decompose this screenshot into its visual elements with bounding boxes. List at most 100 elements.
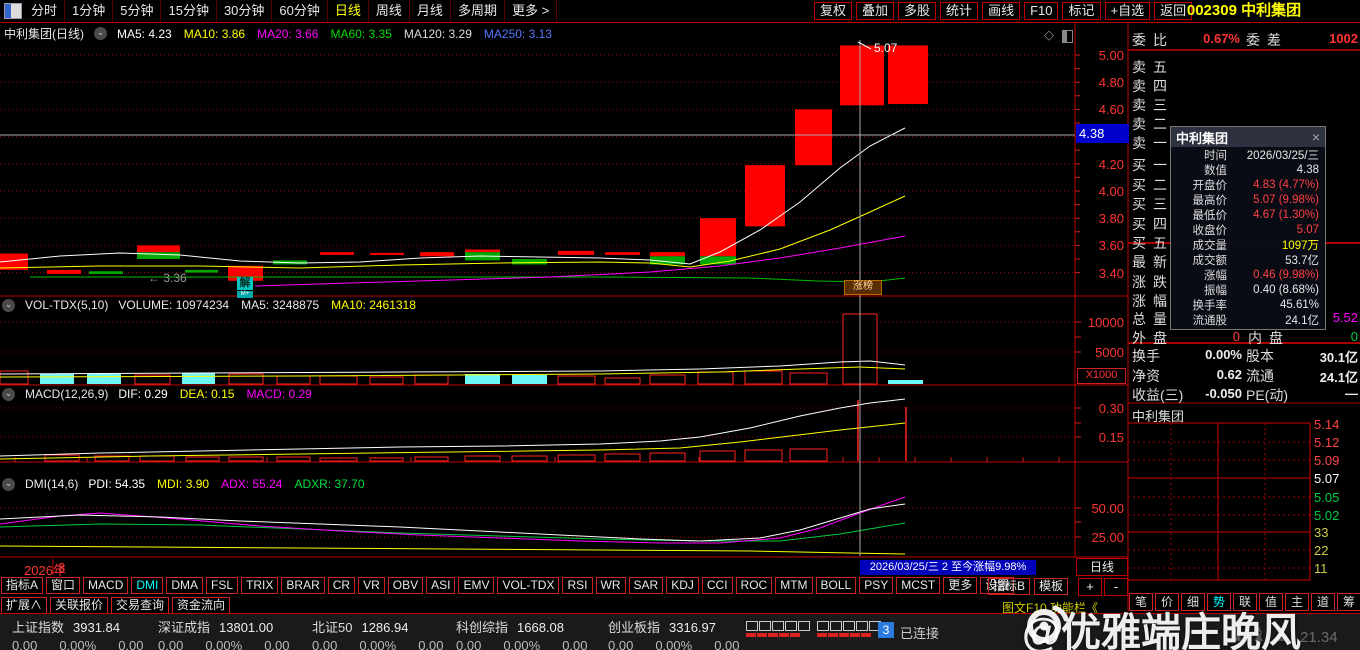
- tab-交易查询[interactable]: 交易查询: [111, 597, 170, 614]
- tab-KDJ[interactable]: KDJ: [666, 577, 699, 594]
- sell-row-label: 卖四: [1132, 78, 1174, 94]
- panel-split-icon[interactable]: [1062, 30, 1073, 43]
- chart-title: 中利集团(日线): [4, 27, 84, 41]
- tab-ROC[interactable]: ROC: [735, 577, 773, 594]
- tab-CR[interactable]: CR: [327, 577, 356, 594]
- diamond-icon[interactable]: ◇: [1044, 27, 1054, 43]
- popup-row: 收盘价 5.07: [1171, 222, 1325, 237]
- popup-header[interactable]: 中利集团 ×: [1171, 127, 1325, 147]
- menu-button-统计[interactable]: 统计: [940, 2, 979, 20]
- collapse-icon[interactable]: ⌄: [94, 27, 107, 40]
- limit-up-board-badge[interactable]: 涨榜: [844, 280, 882, 295]
- progress-boxes: [817, 621, 881, 631]
- rp-tab-主[interactable]: 主: [1285, 593, 1309, 611]
- rp-tab-筹[interactable]: 筹: [1337, 593, 1360, 611]
- rp-tab-联[interactable]: 联: [1233, 593, 1257, 611]
- menu-button-画线[interactable]: 画线: [982, 2, 1021, 20]
- rp-tab-值[interactable]: 值: [1259, 593, 1283, 611]
- rp-tab-细[interactable]: 细: [1181, 593, 1205, 611]
- popup-row-label: 开盘价: [1192, 179, 1228, 192]
- tab-RSI[interactable]: RSI: [562, 577, 593, 594]
- menu-item-5分钟[interactable]: 5分钟: [113, 0, 162, 22]
- tab-DMA[interactable]: DMA: [166, 577, 204, 594]
- index-quote-深证成指[interactable]: 深证成指 13801.00 0.00 0.00% 0.00: [158, 617, 308, 650]
- menu-item-更多 >[interactable]: 更多 >: [505, 0, 558, 22]
- index-quote-创业板指[interactable]: 创业板指 3316.97 0.00 0.00% 0.00: [608, 617, 758, 650]
- indicator-tabs-row2: 扩展∧ 关联报价 交易查询 资金流向: [1, 597, 231, 614]
- fin-value: 0.00%: [1205, 347, 1242, 362]
- menu-item-30分钟[interactable]: 30分钟: [217, 0, 273, 22]
- menu-button-复权[interactable]: 复权: [814, 2, 853, 20]
- menu-item-60分钟[interactable]: 60分钟: [272, 0, 328, 22]
- menu-item-多周期[interactable]: 多周期: [451, 0, 505, 22]
- tab-更多[interactable]: 更多: [943, 577, 978, 594]
- tab-EMV[interactable]: EMV: [458, 577, 495, 594]
- price-tick: 4.80: [1098, 75, 1124, 91]
- index-quote-北证50[interactable]: 北证50 1286.94 0.00 0.00% 0.00: [312, 617, 462, 650]
- tab-SAR[interactable]: SAR: [628, 577, 664, 594]
- tab-MTM[interactable]: MTM: [775, 577, 813, 594]
- mini-tick: 11: [1314, 561, 1328, 576]
- collapse-icon[interactable]: ⌄: [2, 387, 15, 401]
- menu-item-分时[interactable]: 分时: [24, 0, 66, 22]
- volume-tick: 10000: [1087, 315, 1124, 330]
- progress-boxes: [746, 621, 810, 631]
- peak-price-label: 5.07: [874, 41, 898, 55]
- menu-button-叠加[interactable]: 叠加: [856, 2, 895, 20]
- tab-WR[interactable]: WR: [595, 577, 626, 594]
- mini-tick: 33: [1314, 525, 1329, 540]
- rp-tab-势[interactable]: 势: [1207, 593, 1231, 611]
- dmi-tick: 50.00: [1091, 501, 1124, 516]
- zoom-out-button[interactable]: -: [1104, 578, 1128, 596]
- tab-窗口[interactable]: 窗口: [46, 577, 81, 594]
- tab-VOL-TDX[interactable]: VOL-TDX: [497, 577, 560, 594]
- period-selector[interactable]: 日线: [1076, 558, 1128, 576]
- tab-指标A[interactable]: 指标A: [1, 577, 44, 594]
- tab-模板[interactable]: 模板: [1034, 578, 1069, 595]
- ma-label: MA120: 3.29: [403, 26, 472, 41]
- tab-OBV[interactable]: OBV: [387, 577, 424, 594]
- m-plus-badge[interactable]: M+: [237, 291, 253, 298]
- popup-row-value: 4.67 (1.30%): [1253, 208, 1319, 221]
- vol-values: VOLUME: 10974234 MA5: 3248875 MA10: 246131…: [118, 298, 416, 312]
- index-name-line: 创业板指 3316.97: [608, 617, 758, 636]
- tab-VR[interactable]: VR: [358, 577, 385, 594]
- zoom-in-button[interactable]: +: [1078, 578, 1102, 596]
- tab-ASI[interactable]: ASI: [426, 577, 456, 594]
- index-quote-科创综指[interactable]: 科创综指 1668.08 0.00 0.00% 0.00: [456, 617, 606, 650]
- tab-BOLL[interactable]: BOLL: [815, 577, 857, 594]
- menu-item-月线[interactable]: 月线: [410, 0, 451, 22]
- menu-item-15分钟[interactable]: 15分钟: [161, 0, 217, 22]
- tab-PSY[interactable]: PSY: [859, 577, 894, 594]
- jie-signal-badge[interactable]: 解: [237, 277, 253, 290]
- tab-关联报价[interactable]: 关联报价: [50, 597, 109, 614]
- tab-资金流向[interactable]: 资金流向: [172, 597, 231, 614]
- tab-指标B[interactable]: 指标B: [988, 578, 1031, 595]
- menu-button-标记[interactable]: 标记: [1062, 2, 1101, 20]
- mini-tick: 5.05: [1314, 490, 1340, 505]
- rp-tab-笔[interactable]: 笔: [1129, 593, 1153, 611]
- rp-tab-价[interactable]: 价: [1155, 593, 1179, 611]
- index-quote-上证指数[interactable]: 上证指数 3931.84 0.00 0.00% 0.00: [12, 617, 162, 650]
- menu-item-1分钟[interactable]: 1分钟: [65, 0, 114, 22]
- tab-BRAR[interactable]: BRAR: [281, 577, 325, 594]
- tab-TRIX[interactable]: TRIX: [241, 577, 279, 594]
- menu-item-周线[interactable]: 周线: [369, 0, 410, 22]
- mini-tick: 22: [1314, 543, 1329, 558]
- collapse-icon[interactable]: ⌄: [2, 477, 15, 491]
- window-toggle-icon[interactable]: [4, 3, 22, 19]
- menu-item-日线[interactable]: 日线: [328, 0, 369, 22]
- tab-DMI[interactable]: DMI: [131, 577, 164, 594]
- tab-扩展∧[interactable]: 扩展∧: [1, 597, 48, 614]
- tab-MCST[interactable]: MCST: [896, 577, 941, 594]
- rp-tab-道[interactable]: 道: [1311, 593, 1335, 611]
- tab-MACD[interactable]: MACD: [83, 577, 129, 594]
- connection-count-badge[interactable]: 3: [878, 622, 894, 638]
- menu-button-多股[interactable]: 多股: [898, 2, 937, 20]
- tab-CCI[interactable]: CCI: [701, 577, 733, 594]
- collapse-icon[interactable]: ⌄: [2, 298, 15, 312]
- close-icon[interactable]: ×: [1312, 130, 1320, 144]
- tab-FSL[interactable]: FSL: [206, 577, 239, 594]
- watermark-time: 21.34: [1300, 629, 1338, 646]
- menu-button-F10[interactable]: F10: [1024, 2, 1059, 20]
